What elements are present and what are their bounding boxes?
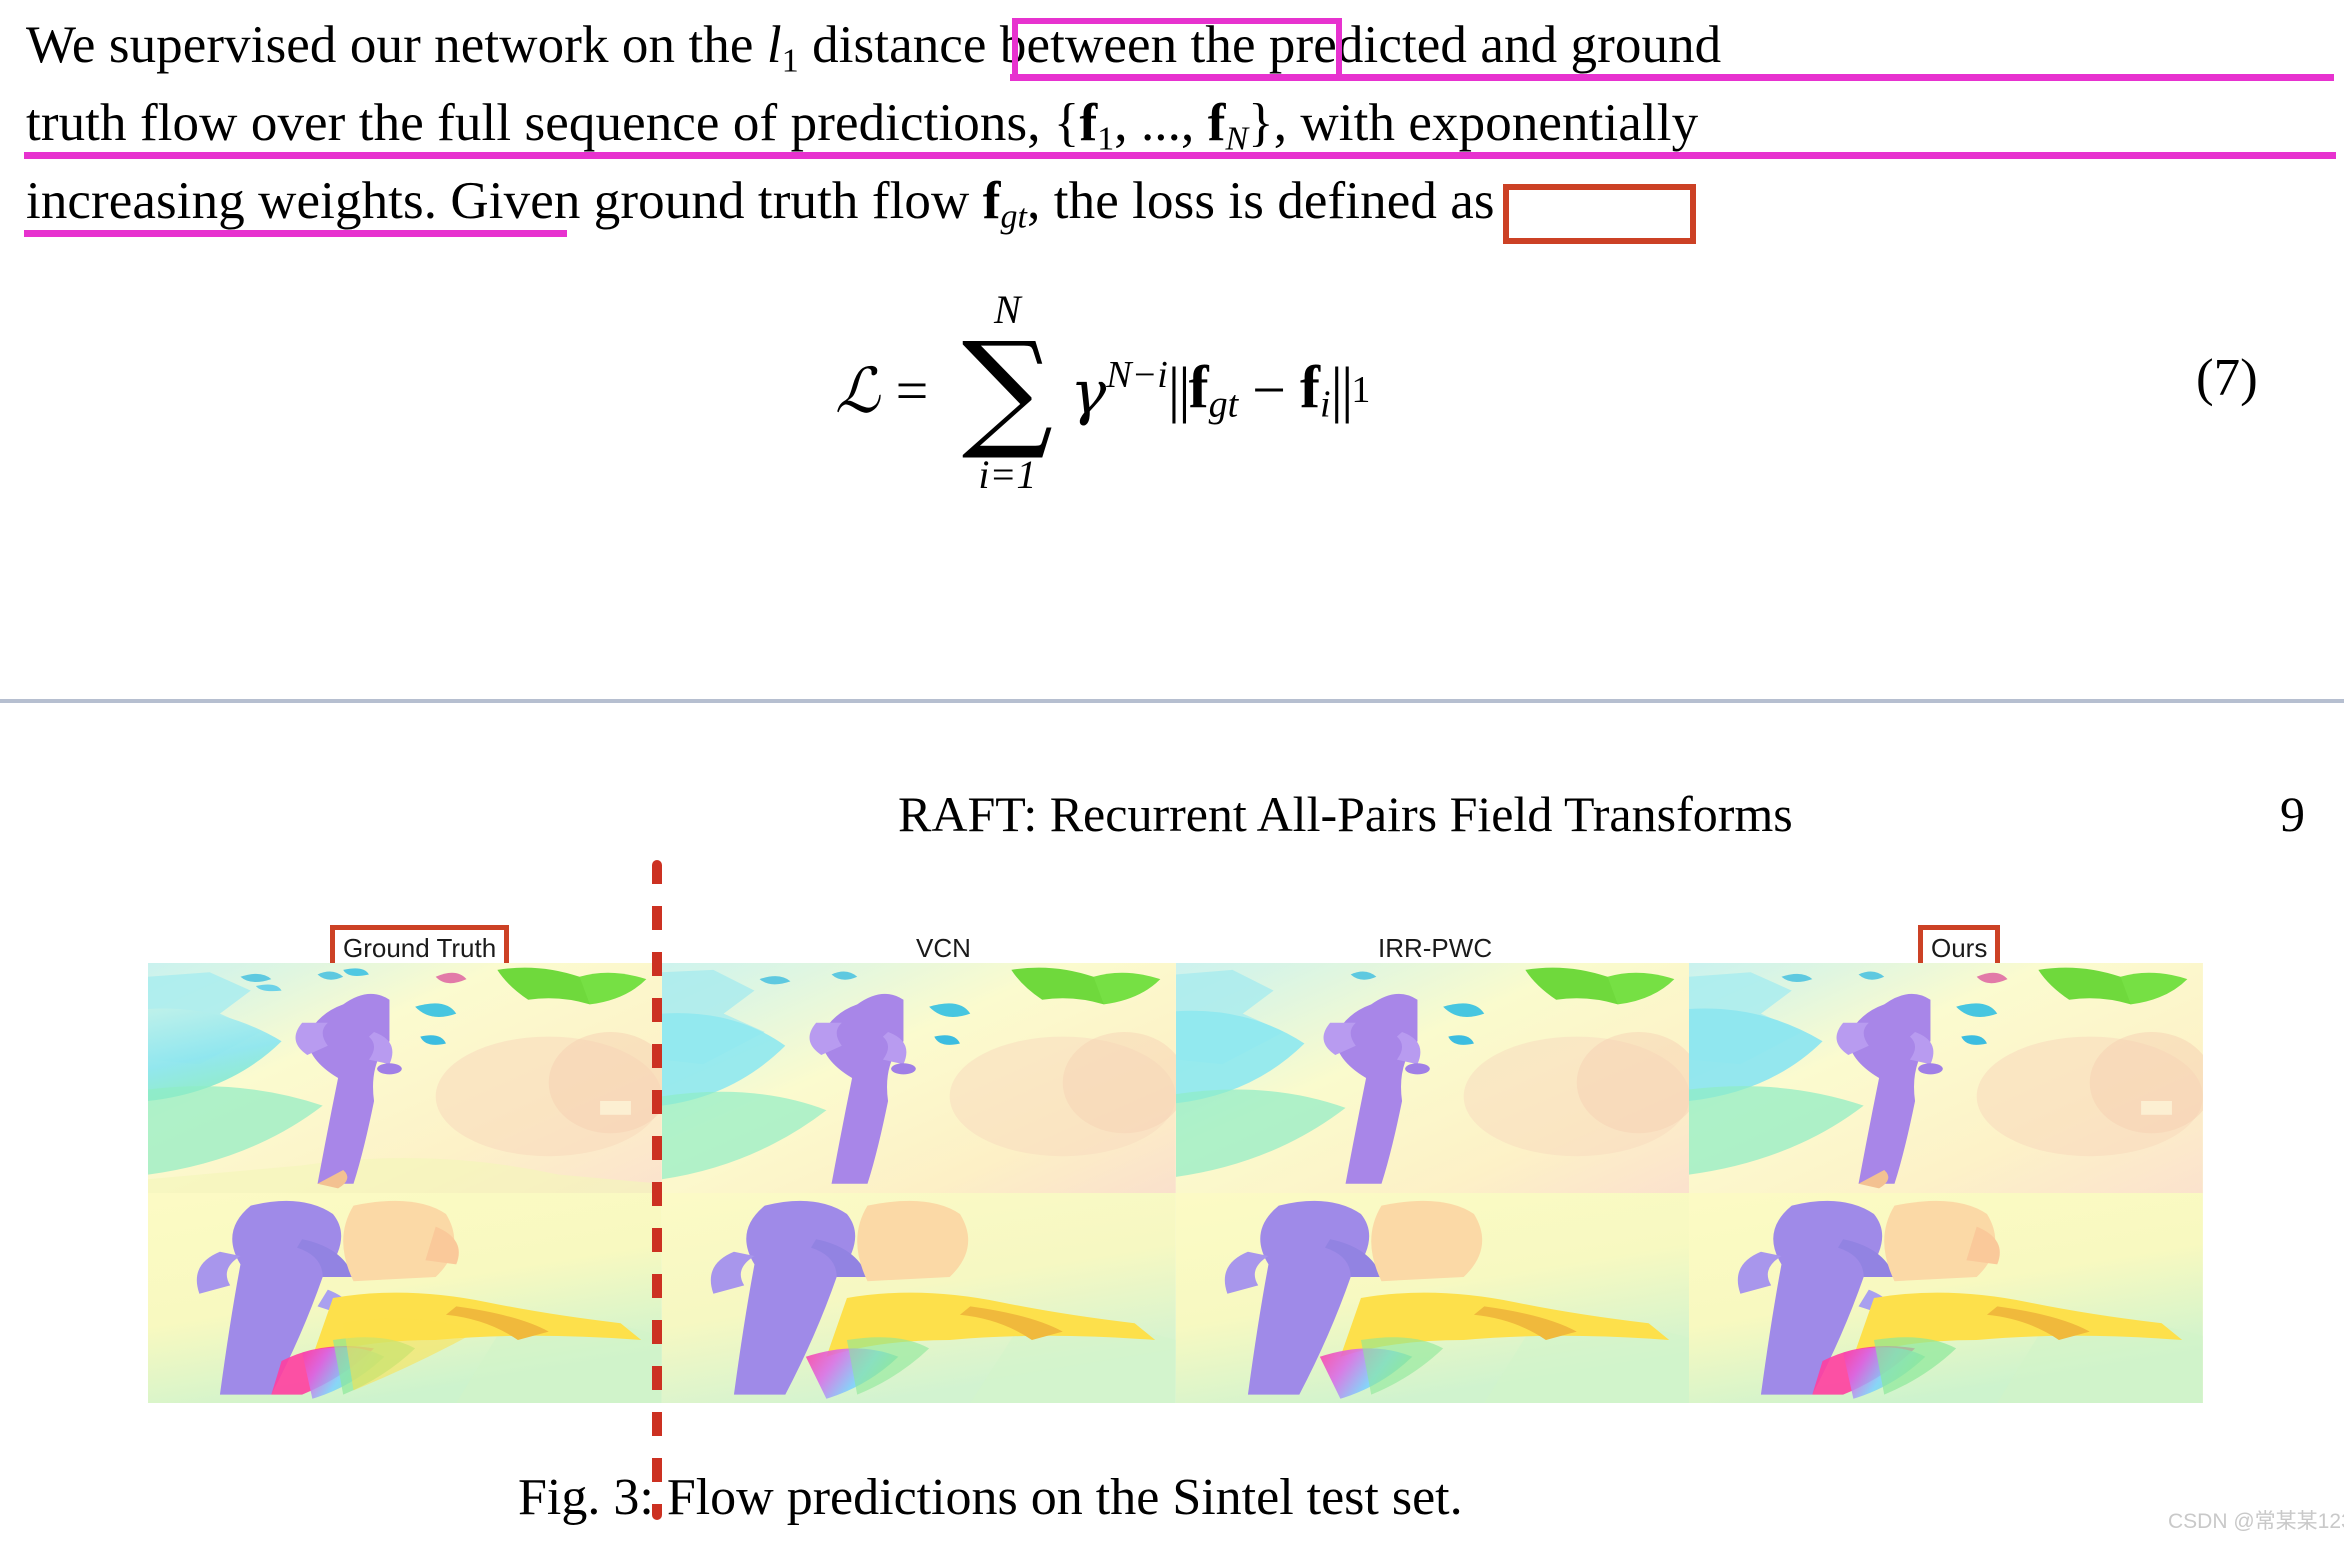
paragraph-line-3-post: is defined as bbox=[1215, 172, 1495, 230]
flow-i-subscript: i bbox=[1319, 383, 1331, 426]
flow-image-row1-irr-pwc bbox=[1175, 963, 1690, 1193]
page-number: 9 bbox=[2280, 786, 2305, 842]
flow-image-row2-vcn bbox=[661, 1193, 1176, 1403]
paragraph-line-1-post: between the predicted and ground bbox=[986, 16, 1722, 74]
column-label-irr-pwc: IRR-PWC bbox=[1374, 930, 1497, 967]
norm-order-subscript: 1 bbox=[1351, 369, 1371, 411]
pink-underline-line-2 bbox=[24, 152, 2336, 159]
equation-equals-sign: = bbox=[895, 357, 929, 423]
flow-prediction-grid bbox=[148, 963, 2203, 1403]
flow-gt-subscript: gt bbox=[1208, 383, 1239, 426]
pink-underline-line-1 bbox=[1010, 74, 2334, 81]
flow-field-svg bbox=[1175, 1193, 1690, 1403]
running-head-title: RAFT: Recurrent All-Pairs Field Transfor… bbox=[898, 786, 1793, 842]
flow-field-svg bbox=[1175, 963, 1690, 1193]
paragraph-line-1-pre: We supervised our network on the bbox=[26, 16, 767, 74]
norm-close-bars: || bbox=[1330, 355, 1354, 424]
flow-field-svg bbox=[1689, 1193, 2203, 1403]
figure-caption: Fig. 3: Flow predictions on the Sintel t… bbox=[518, 1469, 1463, 1526]
paragraph-line-2-pre: truth flow over the full sequence of pre… bbox=[26, 94, 1054, 152]
flow-field-svg bbox=[661, 1193, 1176, 1403]
paragraph-line-2-post: , with exponentially bbox=[1273, 94, 1699, 152]
column-label-vcn: VCN bbox=[912, 930, 975, 967]
sigma-icon: ∑ bbox=[961, 314, 1054, 464]
red-highlight-box-the-loss bbox=[1503, 184, 1696, 244]
flow-image-row2-irr-pwc bbox=[1175, 1193, 1690, 1403]
l1-distance-highlight-text: l1 distance bbox=[766, 16, 987, 80]
flow-field-svg bbox=[1689, 963, 2203, 1193]
flow-gt-term: fgt bbox=[1188, 354, 1239, 426]
page-divider-rule bbox=[0, 699, 2344, 703]
paragraph-line-3-comma: , bbox=[1027, 172, 1054, 230]
flow-image-row1-ours bbox=[1689, 963, 2203, 1193]
equation-lhs: ℒ bbox=[835, 353, 880, 427]
pink-underline-line-3 bbox=[24, 230, 567, 237]
summation-operator: N ∑ i=1 bbox=[948, 287, 1066, 498]
summation-lower-limit: i=1 bbox=[978, 452, 1037, 498]
loss-equation: ℒ = N ∑ i=1 γN−i || fgt − fi || 1 bbox=[835, 287, 1371, 498]
csdn-watermark: CSDN @常某某123 bbox=[2168, 1510, 2344, 1533]
dashed-comparison-divider bbox=[652, 860, 662, 1520]
norm-open-bars: || bbox=[1167, 355, 1191, 424]
equation-block: ℒ = N ∑ i=1 γN−i || fgt − fi || 1 (7) bbox=[0, 287, 2344, 498]
gamma-term: γN−i bbox=[1070, 353, 1168, 428]
prediction-set-math: {f1, ..., fN} bbox=[1053, 94, 1274, 158]
flow-image-row2-ground-truth bbox=[148, 1193, 662, 1403]
the-loss-highlight-text: the loss bbox=[1053, 172, 1216, 230]
equation-number: (7) bbox=[2196, 349, 2258, 407]
flow-image-row1-ground-truth bbox=[148, 963, 662, 1193]
paragraph-line-3-pre: increasing weights. Given ground truth f… bbox=[26, 172, 983, 230]
flow-field-svg bbox=[661, 963, 1176, 1193]
flow-image-row2-ours bbox=[1689, 1193, 2203, 1403]
flow-i-term: fi bbox=[1300, 354, 1331, 426]
flow-image-row1-vcn bbox=[661, 963, 1176, 1193]
f-gt-math: fgt bbox=[982, 172, 1028, 236]
minus-operator: − bbox=[1252, 356, 1286, 423]
summation-upper-limit: N bbox=[994, 286, 1021, 332]
flow-field-svg bbox=[148, 1193, 662, 1403]
flow-field-svg bbox=[148, 963, 662, 1193]
gamma-exponent: N−i bbox=[1106, 353, 1168, 396]
